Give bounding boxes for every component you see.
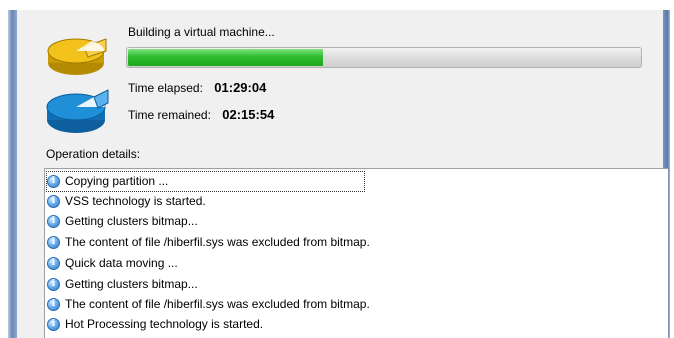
info-icon: i xyxy=(47,318,60,331)
window-left-border xyxy=(8,10,17,338)
disk-chart-icon xyxy=(46,89,109,133)
progress-bar xyxy=(126,47,642,68)
time-remained-label: Time remained: xyxy=(128,108,211,122)
operation-details-label: Operation details: xyxy=(46,147,141,161)
log-item[interactable]: i Getting clusters bitmap... xyxy=(47,275,198,294)
pie-chart-icon xyxy=(47,38,107,75)
time-remained-row: Time remained: 02:15:54 xyxy=(128,107,274,122)
log-item[interactable]: i Hot Processing technology is started. xyxy=(47,315,263,334)
log-item-text: VSS technology is started. xyxy=(65,194,206,208)
log-item[interactable]: i Quick data moving ... xyxy=(47,254,178,273)
info-icon: i xyxy=(47,236,60,249)
log-item[interactable]: i The content of file /hiberfil.sys was … xyxy=(47,233,370,252)
log-item-text: Getting clusters bitmap... xyxy=(65,277,198,291)
info-icon: i xyxy=(47,278,60,291)
progress-fill xyxy=(128,49,323,66)
log-item[interactable]: i VSS technology is started. xyxy=(47,192,206,211)
time-elapsed-row: Time elapsed: 01:29:04 xyxy=(128,80,266,95)
log-item-text: Quick data moving ... xyxy=(65,256,178,270)
log-item-text: Copying partition ... xyxy=(65,174,169,188)
log-item[interactable]: i Getting clusters bitmap... xyxy=(47,212,198,231)
status-title: Building a virtual machine... xyxy=(128,25,275,39)
info-icon: i xyxy=(47,298,60,311)
log-item[interactable]: i Copying partition ... xyxy=(45,171,366,192)
log-item-text: The content of file /hiberfil.sys was ex… xyxy=(65,235,370,249)
log-item-text: Getting clusters bitmap... xyxy=(65,214,198,228)
log-item-text: The content of file /hiberfil.sys was ex… xyxy=(65,297,370,311)
info-icon: i xyxy=(47,195,60,208)
time-elapsed-label: Time elapsed: xyxy=(128,81,203,95)
time-remained-value: 02:15:54 xyxy=(222,107,275,122)
info-icon: i xyxy=(47,257,60,270)
log-item-text: Hot Processing technology is started. xyxy=(65,317,264,331)
log-item[interactable]: i The content of file /hiberfil.sys was … xyxy=(47,295,370,314)
info-icon: i xyxy=(47,215,60,228)
operation-details-list[interactable]: i Copying partition ... i VSS technology… xyxy=(44,168,668,338)
info-icon: i xyxy=(47,175,60,188)
time-elapsed-value: 01:29:04 xyxy=(214,80,267,95)
